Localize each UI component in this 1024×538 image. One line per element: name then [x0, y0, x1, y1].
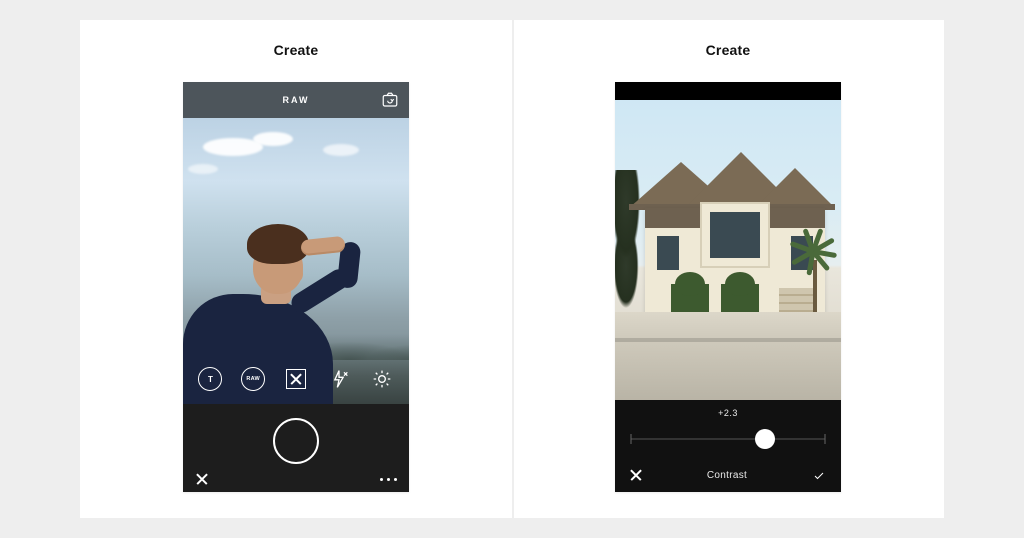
curb: [615, 338, 841, 342]
column-divider: [512, 20, 514, 518]
slider-tick-min: [631, 434, 632, 444]
close-icon[interactable]: [195, 472, 209, 486]
cancel-icon[interactable]: [629, 468, 643, 482]
camera-top-bar: RAW: [183, 82, 409, 118]
editor-image-preview[interactable]: [615, 100, 841, 400]
sky-cloud: [323, 144, 359, 156]
editor-bottom-bar: Contrast: [615, 458, 841, 492]
raw-toggle-icon[interactable]: RAW: [240, 366, 266, 392]
white-balance-icon[interactable]: [369, 366, 395, 392]
editor-phone: +2.3 Contrast: [615, 82, 841, 492]
left-column: Create RAW: [80, 20, 512, 518]
adjust-param-label: Contrast: [707, 470, 747, 481]
switch-camera-icon[interactable]: [381, 91, 399, 109]
adjust-value-label: +2.3: [615, 408, 841, 418]
slider-knob[interactable]: [755, 429, 775, 449]
slider-track: [631, 439, 825, 440]
camera-bottom-bar: [183, 466, 409, 492]
contrast-slider[interactable]: [631, 426, 825, 452]
left-title: Create: [274, 42, 319, 58]
showcase-stage: Create RAW: [80, 20, 944, 518]
shutter-button[interactable]: [273, 418, 319, 464]
editor-top-strip: [615, 82, 841, 100]
flash-off-icon[interactable]: [326, 366, 352, 392]
camera-bottom-panel: [183, 404, 409, 492]
street: [615, 312, 841, 400]
editor-adjust-panel: +2.3 Contrast: [615, 400, 841, 492]
camera-tool-row: T RAW: [183, 362, 409, 396]
timer-icon[interactable]: T: [197, 366, 223, 392]
right-title: Create: [706, 42, 751, 58]
sky-cloud: [188, 164, 218, 174]
camera-viewfinder[interactable]: T RAW: [183, 118, 409, 404]
palm-leaves: [791, 234, 835, 264]
grid-cancel-icon[interactable]: [283, 366, 309, 392]
slider-tick-max: [825, 434, 826, 444]
camera-mode-label: RAW: [283, 95, 310, 105]
camera-phone: RAW: [183, 82, 409, 492]
more-icon[interactable]: [380, 478, 397, 481]
house-roof: [629, 148, 835, 208]
right-column: Create: [512, 20, 944, 518]
sky-cloud: [253, 132, 293, 146]
confirm-icon[interactable]: [811, 469, 827, 481]
